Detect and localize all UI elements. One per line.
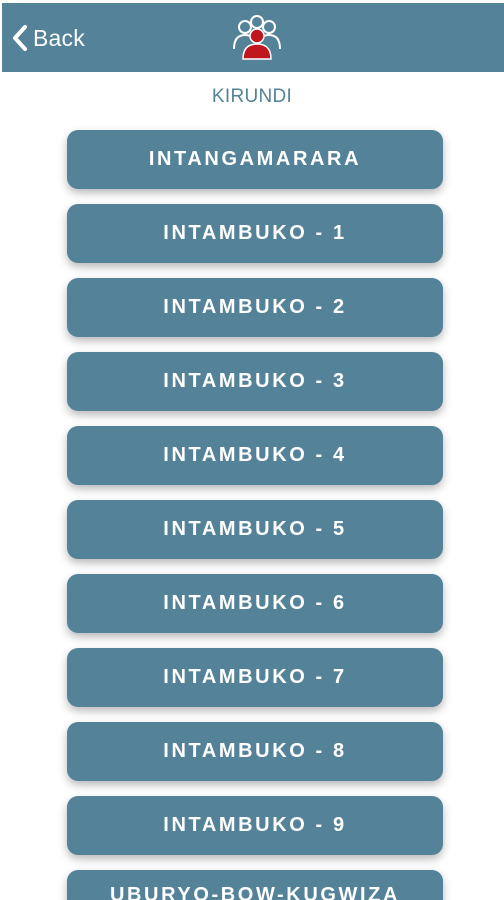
back-label: Back [33,24,85,51]
menu-button-intambuko-6[interactable]: INTAMBUKO - 6 [67,574,443,633]
menu-button-intangamarara[interactable]: INTANGAMARARA [67,130,443,189]
top-bar: Back [2,3,504,72]
chevron-left-icon [13,25,27,51]
language-subtitle: KIRUNDI [211,86,293,107]
menu-button-intambuko-4[interactable]: INTAMBUKO - 4 [67,426,443,485]
menu-button-intambuko-1[interactable]: INTAMBUKO - 1 [67,204,443,263]
menu-button-intambuko-2[interactable]: INTAMBUKO - 2 [67,278,443,337]
back-button[interactable]: Back [10,21,85,55]
menu-button-uburyo-bow-kugwiza[interactable]: UBURYO-BOW-KUGWIZA [67,870,443,900]
menu-button-intambuko-3[interactable]: INTAMBUKO - 3 [67,352,443,411]
menu-button-intambuko-5[interactable]: INTAMBUKO - 5 [67,500,443,559]
group-people-icon [233,15,281,60]
app-screen: Back KIRUNDI INTANGAMARARA INTAMBUKO - 1… [0,0,504,900]
menu-button-intambuko-8[interactable]: INTAMBUKO - 8 [67,722,443,781]
menu-button-intambuko-7[interactable]: INTAMBUKO - 7 [67,648,443,707]
menu-button-intambuko-9[interactable]: INTAMBUKO - 9 [67,796,443,855]
